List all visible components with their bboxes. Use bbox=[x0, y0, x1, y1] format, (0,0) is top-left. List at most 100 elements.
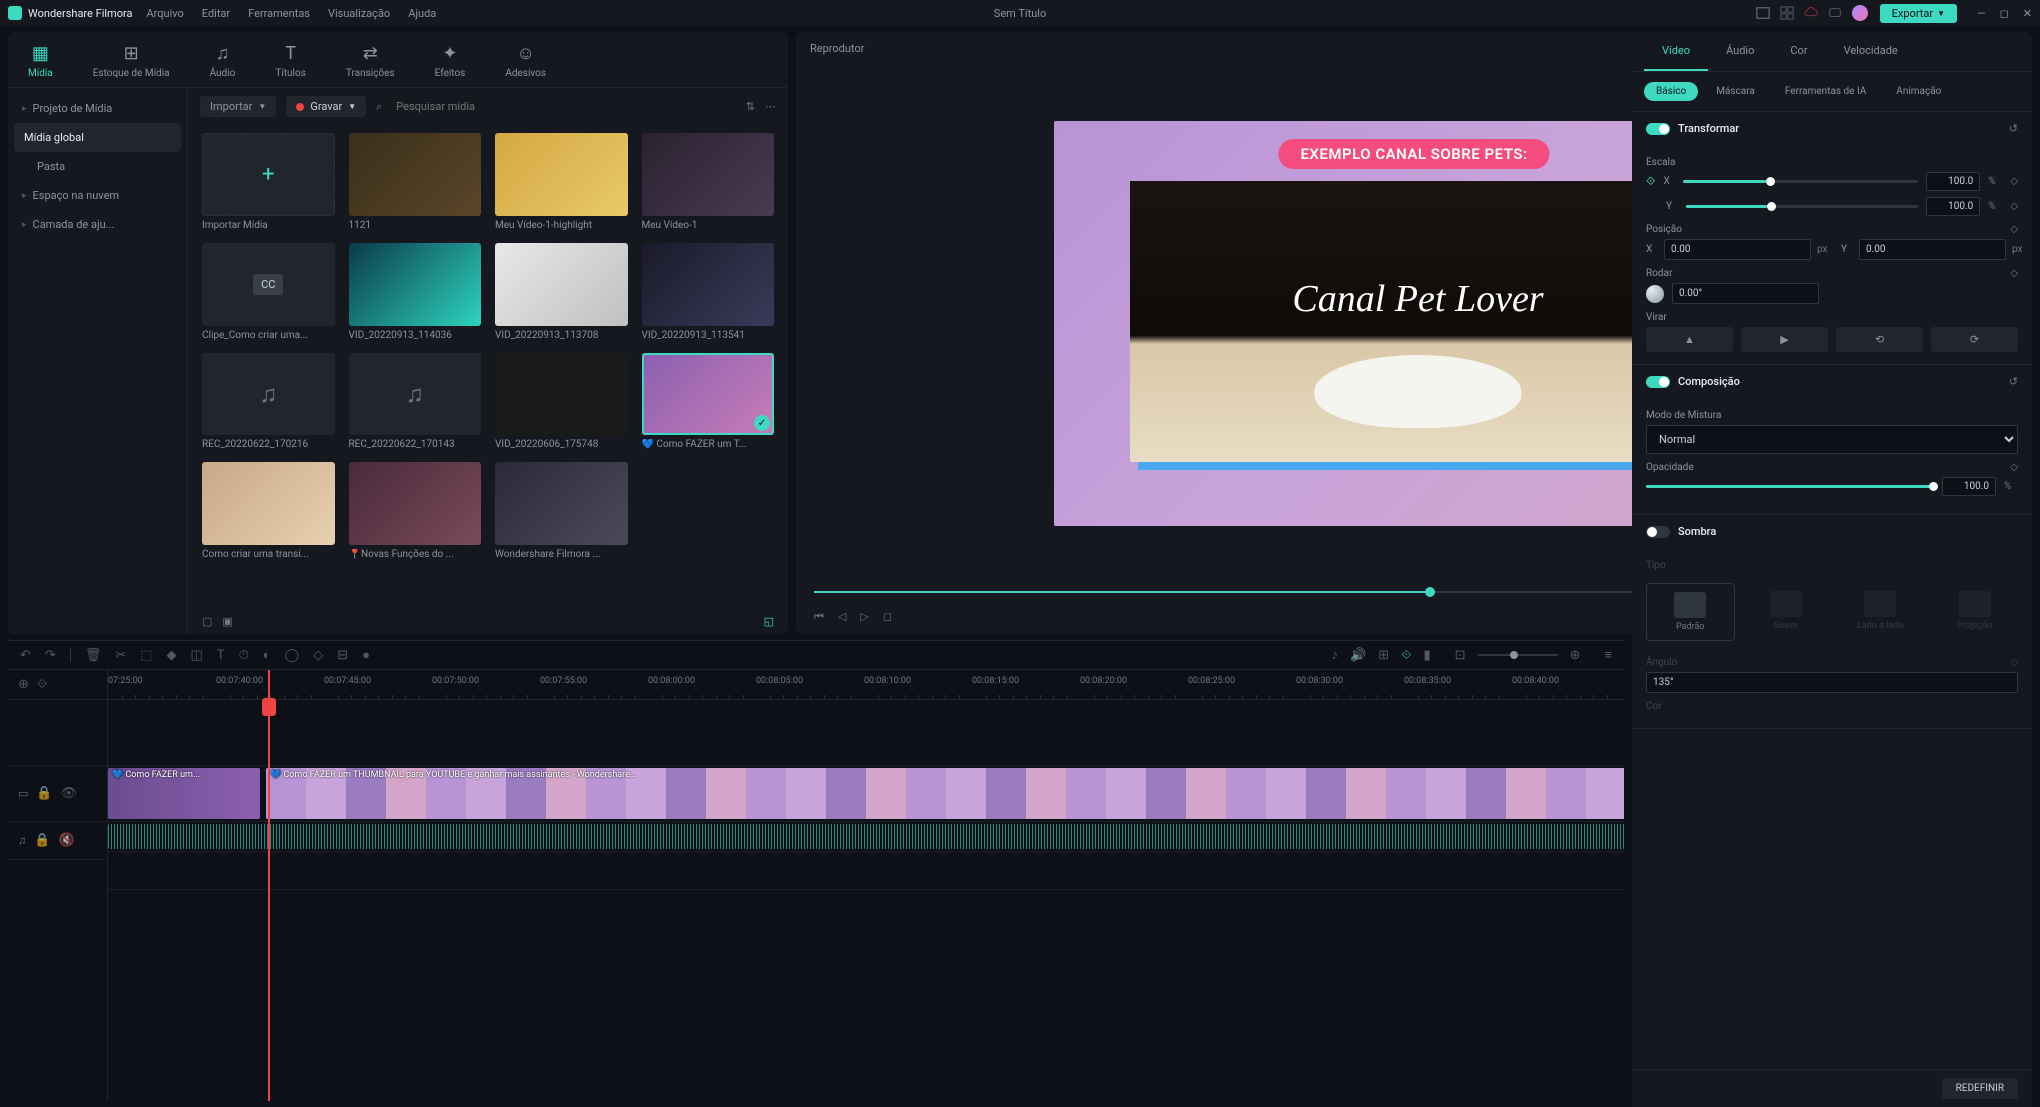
tl-keyframe-icon[interactable]: ◇ bbox=[313, 648, 323, 663]
clip-1[interactable]: 💙 Como FAZER um... bbox=[108, 768, 260, 819]
menu-edit[interactable]: Editar bbox=[202, 7, 230, 20]
tab-stickers[interactable]: ☺Adesivos bbox=[505, 42, 546, 79]
audio-mute-icon[interactable]: 🔇 bbox=[58, 833, 74, 848]
track-adjust-icon[interactable]: ⟐ bbox=[37, 677, 47, 692]
tl-delete-icon[interactable]: 🗑 bbox=[85, 648, 102, 663]
composite-reset-icon[interactable]: ↺ bbox=[2009, 375, 2018, 388]
media-item-9[interactable]: ♫REC_20220622_170143 bbox=[349, 353, 482, 451]
tl-mixer-icon[interactable]: ♪ bbox=[1332, 647, 1339, 663]
media-item-3[interactable]: Meu Vídeo-1 bbox=[642, 133, 775, 231]
track-add-icon[interactable]: ⊕ bbox=[18, 677, 29, 692]
tl-detach-icon[interactable]: ⊟ bbox=[337, 648, 348, 663]
clip-2[interactable]: 💙 Como FAZER um THUMBNAIL para YOUTUBE e… bbox=[266, 768, 1624, 819]
scale-x-input[interactable] bbox=[1926, 172, 1980, 191]
position-keyframe-icon[interactable]: ◇ bbox=[2010, 224, 2018, 235]
tl-speed-icon[interactable]: ⏱ bbox=[239, 648, 249, 663]
media-item-14[interactable]: Wondershare Filmora ... bbox=[495, 462, 628, 560]
tab-audio[interactable]: ♫Áudio bbox=[210, 42, 236, 79]
message-icon[interactable] bbox=[1828, 6, 1842, 20]
playhead[interactable] bbox=[268, 670, 270, 1101]
import-dropdown[interactable]: Importar▼ bbox=[200, 96, 276, 117]
opacity-slider[interactable] bbox=[1646, 485, 1934, 488]
tl-crop2-icon[interactable]: ◫ bbox=[191, 648, 203, 663]
media-item-2[interactable]: Meu Vídeo-1-highlight bbox=[495, 133, 628, 231]
opacity-input[interactable] bbox=[1942, 477, 1996, 496]
close-button[interactable]: ✕ bbox=[2023, 7, 2032, 20]
shadow-angle-input[interactable] bbox=[1646, 672, 2018, 693]
grid-icon[interactable] bbox=[1780, 6, 1794, 20]
tl-volume-icon[interactable]: 🔊 bbox=[1350, 648, 1366, 663]
menu-file[interactable]: Arquivo bbox=[146, 7, 183, 20]
transform-toggle[interactable] bbox=[1646, 123, 1670, 135]
tab-effects[interactable]: ✦Efeitos bbox=[435, 42, 466, 79]
tl-zoomin-icon[interactable]: ⊕ bbox=[1570, 648, 1581, 663]
folder-icon[interactable]: ▢ bbox=[202, 615, 212, 628]
menu-view[interactable]: Visualização bbox=[328, 7, 390, 20]
position-y-input[interactable] bbox=[1859, 239, 2006, 260]
menu-tools[interactable]: Ferramentas bbox=[248, 7, 310, 20]
scale-y-input[interactable] bbox=[1926, 197, 1980, 216]
new-folder-icon[interactable]: ▣ bbox=[222, 615, 232, 628]
sidebar-folder[interactable]: Pasta bbox=[8, 152, 187, 181]
media-item-4[interactable]: TCCClipe_Como criar uma... bbox=[202, 243, 335, 341]
rotate-input[interactable] bbox=[1672, 283, 1819, 304]
flip-vertical-button[interactable]: ▶ bbox=[1741, 327, 1828, 352]
zoom-slider[interactable] bbox=[1478, 654, 1558, 656]
transform-reset-icon[interactable]: ↺ bbox=[2009, 122, 2018, 135]
audio-lock-icon[interactable]: 🔒 bbox=[34, 833, 50, 848]
maximize-button[interactable]: ◻ bbox=[2000, 7, 2009, 20]
tl-text-icon[interactable]: T bbox=[217, 648, 225, 663]
tl-snap-icon[interactable]: ⊞ bbox=[1378, 648, 1389, 663]
flip-horizontal-button[interactable]: ▲ bbox=[1646, 327, 1733, 352]
track-lock-icon[interactable]: 🔒 bbox=[36, 786, 52, 801]
subtab-mask[interactable]: Máscara bbox=[1704, 82, 1767, 101]
subtab-animation[interactable]: Animação bbox=[1884, 82, 1953, 101]
tl-chroma-icon[interactable]: ◯ bbox=[285, 648, 300, 663]
tl-link-icon[interactable]: ⟐ bbox=[1401, 648, 1411, 663]
subtab-basic[interactable]: Básico bbox=[1644, 82, 1698, 101]
shadow-type-soft[interactable]: Suave bbox=[1743, 583, 1830, 641]
position-x-input[interactable] bbox=[1664, 239, 1811, 260]
transform-header[interactable]: Transformar ↺ bbox=[1632, 112, 2032, 145]
redefine-button[interactable]: REDEFINIR bbox=[1942, 1078, 2018, 1099]
menu-help[interactable]: Ajuda bbox=[408, 7, 436, 20]
shadow-type-side[interactable]: Lado a lado bbox=[1837, 583, 1924, 641]
stop-icon[interactable]: ◻ bbox=[883, 610, 892, 624]
media-item-6[interactable]: VID_20220913_113708 bbox=[495, 243, 628, 341]
tl-marker-icon[interactable]: ◆ bbox=[167, 648, 177, 663]
scale-y-keyframe-icon[interactable]: ◇ bbox=[2010, 201, 2018, 212]
audio-waveform-track[interactable] bbox=[108, 822, 1624, 852]
tl-crop-icon[interactable]: ⬚ bbox=[140, 648, 152, 663]
prev-frame-icon[interactable]: ⏮ bbox=[814, 610, 824, 624]
record-button[interactable]: Gravar▼ bbox=[286, 96, 366, 117]
blend-mode-select[interactable]: Normal bbox=[1646, 425, 2018, 454]
track-visible-icon[interactable]: 👁 bbox=[61, 786, 78, 801]
tab-transitions[interactable]: ⇄Transições bbox=[346, 42, 395, 79]
media-item-0[interactable]: +Importar Mídia bbox=[202, 133, 335, 231]
tab-stock[interactable]: ⊞Estoque de Mídia bbox=[93, 42, 170, 79]
tab-titles[interactable]: TTítulos bbox=[275, 42, 306, 79]
shadow-type-projection[interactable]: Projeção bbox=[1932, 583, 2019, 641]
media-item-12[interactable]: Como criar uma transi... bbox=[202, 462, 335, 560]
step-back-icon[interactable]: ◁ bbox=[838, 610, 846, 624]
sidebar-cloud[interactable]: ▸Espaço na nuvem bbox=[8, 181, 187, 210]
list-view-icon[interactable]: ◱ bbox=[764, 615, 774, 628]
scale-x-slider[interactable] bbox=[1683, 180, 1918, 183]
user-avatar[interactable] bbox=[1852, 5, 1868, 21]
tab-media[interactable]: ▦Mídia bbox=[28, 42, 53, 79]
media-item-5[interactable]: VID_20220913_114036 bbox=[349, 243, 482, 341]
tl-settings-icon[interactable]: ≡ bbox=[1604, 647, 1612, 663]
filter-icon[interactable]: ⇅ bbox=[746, 100, 755, 113]
media-item-8[interactable]: ♫REC_20220622_170216 bbox=[202, 353, 335, 451]
layout-icon[interactable] bbox=[1756, 6, 1770, 20]
flip-reset-button[interactable]: ⟳ bbox=[1931, 327, 2018, 352]
flip-both-button[interactable]: ⟲ bbox=[1836, 327, 1923, 352]
tl-marker2-icon[interactable]: ▮ bbox=[1423, 648, 1430, 663]
media-item-10[interactable]: VID_20220606_175748 bbox=[495, 353, 628, 451]
timeline-ruler[interactable]: 07:25:0000:07:40:0000:07:45:0000:07:50:0… bbox=[108, 670, 1624, 700]
minimize-button[interactable]: — bbox=[1977, 7, 1986, 20]
export-button[interactable]: Exportar▼ bbox=[1880, 4, 1957, 23]
media-item-1[interactable]: 1121 bbox=[349, 133, 482, 231]
tl-record-icon[interactable]: ● bbox=[362, 647, 370, 663]
play-icon[interactable]: ▷ bbox=[860, 610, 868, 624]
